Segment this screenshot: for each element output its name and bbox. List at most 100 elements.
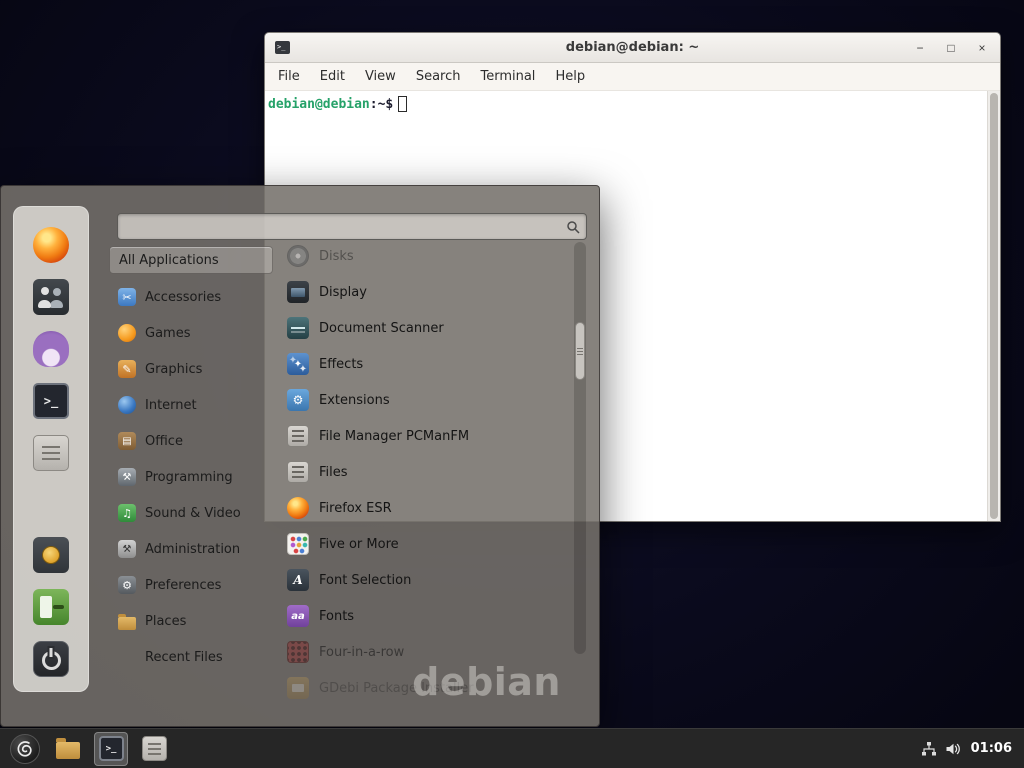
files-icon — [142, 736, 167, 761]
menu-item-edit[interactable]: Edit — [311, 66, 354, 87]
favorite-firefox[interactable] — [33, 227, 69, 263]
favorite-pidgin[interactable] — [33, 331, 69, 367]
menu-item-terminal[interactable]: Terminal — [471, 66, 544, 87]
terminal-titlebar[interactable]: debian@debian: ~ − □ × — [265, 33, 1000, 63]
app-fonts[interactable]: Fonts — [283, 598, 571, 634]
category-sound-video[interactable]: Sound & Video — [109, 495, 273, 531]
menu-item-view[interactable]: View — [356, 66, 405, 87]
minimize-button[interactable]: − — [912, 40, 928, 56]
app-label: File Manager PCManFM — [319, 429, 469, 444]
recent-files-icon — [118, 648, 136, 666]
app-disks[interactable]: Disks — [283, 238, 571, 274]
category-label: Graphics — [145, 362, 202, 377]
category-places[interactable]: Places — [109, 603, 273, 639]
category-graphics[interactable]: Graphics — [109, 351, 273, 387]
terminal-scrollbar[interactable] — [987, 91, 1000, 521]
taskbar-file-manager[interactable] — [51, 732, 85, 766]
taskbar-clock[interactable]: 01:06 — [971, 741, 1012, 756]
close-button[interactable]: × — [974, 40, 990, 56]
category-label: Programming — [145, 470, 233, 485]
category-administration[interactable]: Administration — [109, 531, 273, 567]
favorite-terminal[interactable] — [33, 383, 69, 419]
terminal-icon — [33, 383, 69, 419]
category-label: Office — [145, 434, 183, 449]
maximize-button[interactable]: □ — [943, 40, 959, 56]
category-label: Games — [145, 326, 190, 341]
category-label: Accessories — [145, 290, 221, 305]
app-label: Disks — [319, 249, 354, 264]
volume-icon[interactable] — [945, 741, 961, 757]
app-effects[interactable]: Effects — [283, 346, 571, 382]
app-font-selection[interactable]: Font Selection — [283, 562, 571, 598]
window-controls: − □ × — [912, 40, 990, 56]
app-file-manager-pcmanfm[interactable]: File Manager PCManFM — [283, 418, 571, 454]
menu-button[interactable] — [8, 732, 42, 766]
app-extensions[interactable]: Extensions — [283, 382, 571, 418]
app-firefox-esr[interactable]: Firefox ESR — [283, 490, 571, 526]
app-list-scrollbar[interactable] — [574, 242, 586, 654]
category-office[interactable]: Office — [109, 423, 273, 459]
category-games[interactable]: Games — [109, 315, 273, 351]
app-label: Fonts — [319, 609, 354, 624]
app-label: GDebi Package Installer — [319, 681, 474, 696]
app-list-scrollbar-thumb[interactable] — [575, 322, 585, 380]
internet-globe-icon — [118, 396, 136, 414]
app-document-scanner[interactable]: Document Scanner — [283, 310, 571, 346]
category-all-applications[interactable]: All Applications — [109, 246, 273, 274]
shutdown-button[interactable] — [33, 641, 69, 677]
file-cabinet-icon — [287, 461, 309, 483]
app-list: Disks Display Document Scanner Effects E… — [283, 238, 571, 706]
prompt-path: :~$ — [370, 97, 393, 112]
lock-screen-icon — [33, 537, 69, 573]
logout-icon — [33, 589, 69, 625]
category-programming[interactable]: Programming — [109, 459, 273, 495]
gdebi-icon — [287, 677, 309, 699]
user-accounts-icon — [33, 279, 69, 315]
font-selection-icon — [287, 569, 309, 591]
accessories-icon — [118, 288, 136, 306]
taskbar-terminal[interactable] — [94, 732, 128, 766]
category-list: All Applications Accessories Games Graph… — [109, 246, 273, 675]
search-input[interactable] — [118, 214, 562, 239]
preferences-gear-icon — [118, 576, 136, 594]
effects-sparkle-icon — [287, 353, 309, 375]
category-label: Administration — [145, 542, 240, 557]
search-icon — [562, 220, 584, 234]
category-accessories[interactable]: Accessories — [109, 279, 273, 315]
terminal-window-icon — [275, 41, 290, 54]
menu-item-help[interactable]: Help — [546, 66, 594, 87]
app-four-in-a-row[interactable]: Four-in-a-row — [283, 634, 571, 670]
app-label: Firefox ESR — [319, 501, 392, 516]
menu-item-search[interactable]: Search — [407, 66, 470, 87]
app-files[interactable]: Files — [283, 454, 571, 490]
lock-screen-button[interactable] — [33, 537, 69, 573]
app-label: Document Scanner — [319, 321, 444, 336]
taskbar: 01:06 — [0, 728, 1024, 768]
category-preferences[interactable]: Preferences — [109, 567, 273, 603]
category-label: Preferences — [145, 578, 221, 593]
app-label: Files — [319, 465, 348, 480]
taskbar-files[interactable] — [137, 732, 171, 766]
app-gdebi-package-installer[interactable]: GDebi Package Installer — [283, 670, 571, 706]
network-icon[interactable] — [921, 741, 937, 757]
games-icon — [118, 324, 136, 342]
app-label: Display — [319, 285, 367, 300]
system-tray: 01:06 — [921, 741, 1016, 757]
menu-item-file[interactable]: File — [269, 66, 309, 87]
category-internet[interactable]: Internet — [109, 387, 273, 423]
app-label: Four-in-a-row — [319, 645, 404, 660]
graphics-icon — [118, 360, 136, 378]
app-label: Effects — [319, 357, 363, 372]
terminal-scrollbar-thumb[interactable] — [990, 93, 998, 519]
application-menu: All Applications Accessories Games Graph… — [0, 185, 600, 727]
category-recent-files[interactable]: Recent Files — [109, 639, 273, 675]
logout-button[interactable] — [33, 589, 69, 625]
app-five-or-more[interactable]: Five or More — [283, 526, 571, 562]
category-label: All Applications — [119, 253, 219, 268]
favorite-software[interactable] — [33, 435, 69, 471]
favorite-user-accounts[interactable] — [33, 279, 69, 315]
app-display[interactable]: Display — [283, 274, 571, 310]
programming-tools-icon — [118, 468, 136, 486]
pidgin-icon — [33, 331, 69, 367]
administration-tools-icon — [118, 540, 136, 558]
